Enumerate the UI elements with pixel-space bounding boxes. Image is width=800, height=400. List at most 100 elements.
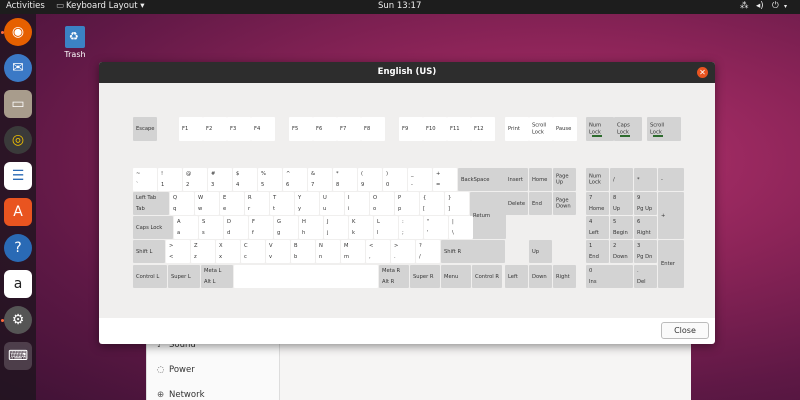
key-f8[interactable]: F8 xyxy=(361,117,385,141)
key-f[interactable]: Ff xyxy=(249,216,273,239)
key-o[interactable]: Oo xyxy=(370,192,394,215)
key-<[interactable]: > < xyxy=(166,240,190,263)
key-4[interactable]: $4 xyxy=(233,168,257,191)
sidebar-item-network[interactable]: ⊕ Network xyxy=(157,390,205,400)
volume-icon[interactable]: ◂) xyxy=(756,1,764,11)
sidebar-item-power[interactable]: ◌ Power xyxy=(157,365,195,375)
key-3[interactable]: #3 xyxy=(208,168,232,191)
key-numpad-del[interactable]: . Del xyxy=(634,265,657,288)
key-f3[interactable]: F3 xyxy=(227,117,251,141)
files-icon[interactable]: ▭ xyxy=(4,90,32,118)
key-f9[interactable]: F9 xyxy=(399,117,423,141)
key-page-up[interactable]: Page Up xyxy=(553,168,576,191)
key-f6[interactable]: F6 xyxy=(313,117,337,141)
key-up[interactable]: Up xyxy=(529,240,552,263)
key-numpad-+[interactable]: + xyxy=(658,192,684,239)
firefox-icon[interactable]: ◉ xyxy=(4,18,32,46)
network-icon[interactable]: ⁂ xyxy=(740,1,749,11)
amazon-icon[interactable]: a xyxy=(4,270,32,298)
key-`[interactable]: ~ ` xyxy=(133,168,157,191)
key-0[interactable]: ) 0 xyxy=(383,168,407,191)
key-y[interactable]: Yy xyxy=(295,192,319,215)
key-f10[interactable]: F10 xyxy=(423,117,447,141)
key-scroll-lock[interactable]: Scroll Lock xyxy=(647,117,681,141)
key-escape[interactable]: Escape xyxy=(133,117,157,141)
key-5[interactable]: % 5 xyxy=(258,168,282,191)
key-f5[interactable]: F5 xyxy=(289,117,313,141)
key-numpad-down[interactable]: 2 Down xyxy=(610,240,633,263)
key-q[interactable]: Qq xyxy=(170,192,194,215)
writer-icon[interactable]: ☰ xyxy=(4,162,32,190)
key-f4[interactable]: F4 xyxy=(251,117,275,141)
key-super-r[interactable]: Super R xyxy=(410,265,440,288)
thunderbird-icon[interactable]: ✉ xyxy=(4,54,32,82)
key-pause[interactable]: Pause xyxy=(553,117,577,141)
key-return[interactable]: Return xyxy=(470,192,506,239)
key-u[interactable]: Uu xyxy=(320,192,344,215)
key-control-l[interactable]: Control L xyxy=(133,265,167,288)
key-f12[interactable]: F12 xyxy=(471,117,495,141)
key-control-r[interactable]: Control R xyxy=(472,265,502,288)
close-button[interactable]: Close xyxy=(661,322,709,339)
settings-icon[interactable]: ⚙ xyxy=(4,306,32,334)
key-numpad-up[interactable]: 8 Up xyxy=(610,192,633,215)
key-e[interactable]: Ee xyxy=(220,192,244,215)
key-f1[interactable]: F1 xyxy=(179,117,203,141)
key-insert[interactable]: Insert xyxy=(505,168,528,191)
key-numpad-enter[interactable]: Enter xyxy=(658,240,684,288)
key-'[interactable]: " ' xyxy=(424,216,448,239)
key-delete[interactable]: Delete xyxy=(505,192,528,215)
app-menu[interactable]: Keyboard Layout ▾ xyxy=(66,1,145,11)
key-s[interactable]: Ss xyxy=(199,216,223,239)
key-caps-lock[interactable]: Caps Lock xyxy=(614,117,642,141)
key-menu[interactable]: Menu xyxy=(441,265,471,288)
key-numpad-num-lock[interactable]: Num Lock xyxy=(586,168,609,191)
key-b[interactable]: Bb xyxy=(291,240,315,263)
key-f7[interactable]: F7 xyxy=(337,117,361,141)
key-\[interactable]: | \ xyxy=(449,216,473,239)
key-p[interactable]: Pp xyxy=(395,192,419,215)
key-shift-right[interactable]: Shift R xyxy=(441,240,505,263)
key-8[interactable]: * 8 xyxy=(333,168,357,191)
key-7[interactable]: & 7 xyxy=(308,168,332,191)
key-scroll-lock[interactable]: Scroll Lock xyxy=(529,117,553,141)
key-d[interactable]: Dd xyxy=(224,216,248,239)
key-l[interactable]: Ll xyxy=(374,216,398,239)
key-numpad-right[interactable]: 6 Right xyxy=(634,216,657,239)
key-m[interactable]: Mm xyxy=(341,240,365,263)
key-x[interactable]: Xx xyxy=(216,240,240,263)
chevron-down-icon[interactable]: ▾ xyxy=(784,3,787,10)
key-i[interactable]: Ii xyxy=(345,192,369,215)
key--[interactable]: _ - xyxy=(408,168,432,191)
key-;[interactable]: :; xyxy=(399,216,423,239)
key-numpad--[interactable]: - xyxy=(658,168,684,191)
key-c[interactable]: Cc xyxy=(241,240,265,263)
key-f11[interactable]: F11 xyxy=(447,117,471,141)
key-num-lock[interactable]: Num Lock xyxy=(586,117,614,141)
key-v[interactable]: Vv xyxy=(266,240,290,263)
key-print[interactable]: Print xyxy=(505,117,529,141)
close-icon[interactable]: ✕ xyxy=(697,67,708,78)
key-h[interactable]: Hh xyxy=(299,216,323,239)
key-super-l[interactable]: Super L xyxy=(168,265,200,288)
key-2[interactable]: @2 xyxy=(183,168,207,191)
key-/[interactable]: ? / xyxy=(416,240,440,263)
key-meta-l[interactable]: Meta L Alt L xyxy=(201,265,233,288)
key-left[interactable]: Left xyxy=(505,265,528,288)
key-numpad-/[interactable]: / xyxy=(610,168,633,191)
activities-button[interactable]: Activities xyxy=(6,1,45,11)
key-.[interactable]: >. xyxy=(391,240,415,263)
key-numpad-begin[interactable]: 5 Begin xyxy=(610,216,633,239)
key-=[interactable]: + = xyxy=(433,168,457,191)
key-numpad-ins[interactable]: 0 Ins xyxy=(586,265,633,288)
key-j[interactable]: Jj xyxy=(324,216,348,239)
key-tab[interactable]: Left Tab Tab xyxy=(133,192,169,215)
key-right[interactable]: Right xyxy=(553,265,576,288)
key-numpad-home[interactable]: 7 Home xyxy=(586,192,609,215)
key-numpad-*[interactable]: * xyxy=(634,168,657,191)
key-z[interactable]: Zz xyxy=(191,240,215,263)
key-k[interactable]: Kk xyxy=(349,216,373,239)
key-down[interactable]: Down xyxy=(529,265,552,288)
key-home[interactable]: Home xyxy=(529,168,552,191)
key-r[interactable]: Rr xyxy=(245,192,269,215)
